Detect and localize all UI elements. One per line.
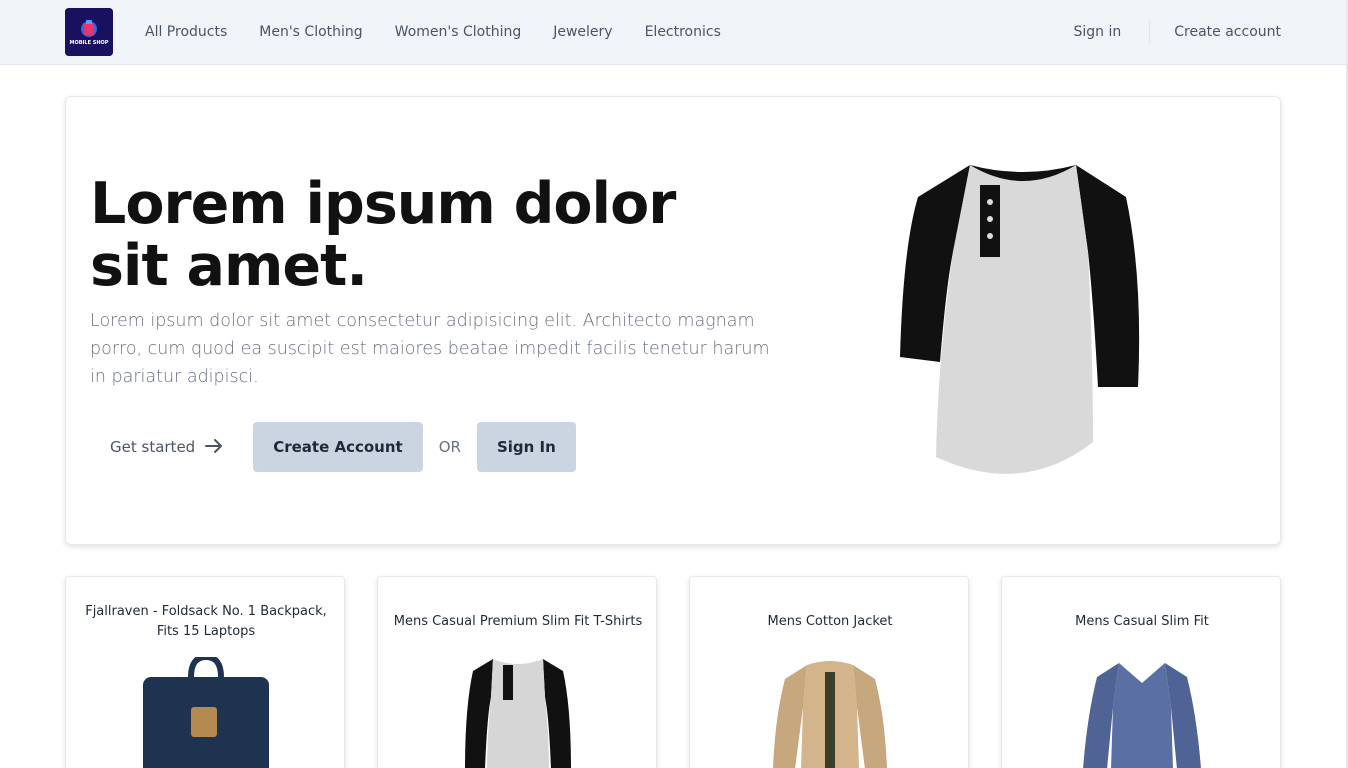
logo-text: MOBILE SHOP bbox=[69, 40, 109, 46]
or-separator: OR bbox=[438, 438, 461, 456]
hero-shirt-image bbox=[900, 165, 1140, 474]
nav-electronics[interactable]: Electronics bbox=[645, 24, 721, 40]
product-title: Fjallraven - Foldsack No. 1 Backpack, Fi… bbox=[85, 604, 327, 639]
product-card[interactable]: Mens Cotton Jacket bbox=[689, 576, 969, 768]
jacket-image bbox=[773, 661, 887, 768]
create-account-link[interactable]: Create account bbox=[1174, 24, 1281, 40]
get-started-label: Get started bbox=[110, 438, 196, 456]
product-title: Mens Cotton Jacket bbox=[767, 614, 893, 629]
shop-logo-icon bbox=[65, 8, 113, 56]
arrow-right-icon bbox=[205, 437, 223, 458]
nav-all-products[interactable]: All Products bbox=[145, 24, 227, 40]
nav-mens-clothing[interactable]: Men's Clothing bbox=[259, 24, 362, 40]
nav-jewelery[interactable]: Jewelery bbox=[553, 24, 612, 40]
hero-actions: Get started Create Account OR Sign In bbox=[90, 422, 576, 472]
hero-description: Lorem ipsum dolor sit amet consectetur a… bbox=[90, 311, 770, 387]
sweater-image bbox=[1083, 663, 1201, 768]
top-navbar: MOBILE SHOP All Products Men's Clothing … bbox=[0, 0, 1348, 65]
backpack-image bbox=[143, 657, 269, 768]
product-card[interactable]: Mens Casual Premium Slim Fit T-Shirts bbox=[377, 576, 657, 768]
get-started-link[interactable]: Get started bbox=[90, 437, 243, 458]
hero-card: Lorem ipsum dolor sit amet. Lorem ipsum … bbox=[65, 96, 1281, 545]
sign-in-link[interactable]: Sign in bbox=[1074, 24, 1122, 40]
hero-title: Lorem ipsum dolor sit amet. bbox=[90, 171, 676, 299]
product-title: Mens Casual Slim Fit bbox=[1075, 614, 1209, 629]
auth-links: Sign in Create account bbox=[1074, 0, 1281, 64]
nav-womens-clothing[interactable]: Women's Clothing bbox=[395, 24, 522, 40]
product-card[interactable]: Mens Casual Slim Fit bbox=[1001, 576, 1281, 768]
sign-in-button[interactable]: Sign In bbox=[476, 422, 576, 472]
product-card[interactable]: Fjallraven - Foldsack No. 1 Backpack, Fi… bbox=[65, 576, 345, 768]
tshirt-image bbox=[465, 659, 571, 768]
auth-divider bbox=[1149, 21, 1151, 43]
main-nav: All Products Men's Clothing Women's Clot… bbox=[145, 0, 753, 64]
shop-logo[interactable]: MOBILE SHOP bbox=[65, 8, 113, 56]
product-title: Mens Casual Premium Slim Fit T-Shirts bbox=[393, 614, 643, 629]
create-account-button[interactable]: Create Account bbox=[253, 422, 423, 472]
